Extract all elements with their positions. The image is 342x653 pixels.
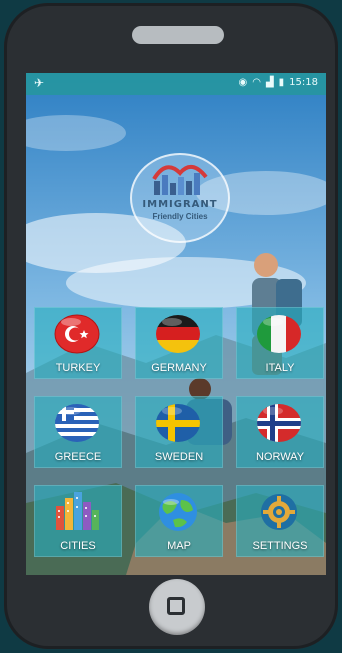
tile-label: SWEDEN <box>154 451 204 463</box>
app-notification-icon: ✈ <box>34 76 45 90</box>
gear-icon <box>261 494 297 530</box>
germany-flag-icon <box>156 315 200 353</box>
speaker-grille <box>132 26 224 44</box>
turkey-flag-icon <box>54 314 100 354</box>
home-square-icon <box>167 597 185 615</box>
italy-flag-icon <box>257 315 301 353</box>
logo-title: IMMIGRANT <box>142 199 218 210</box>
signal-icon: ▟ <box>265 77 274 88</box>
app-logo: IMMIGRANT Friendly Cities <box>130 153 230 243</box>
tile-label: NORWAY <box>255 451 305 463</box>
tile-sweden[interactable]: SWEDEN <box>135 396 223 468</box>
tile-label: MAP <box>167 540 191 552</box>
tile-germany[interactable]: GERMANY <box>135 307 223 379</box>
tile-label: TURKEY <box>55 362 101 374</box>
status-bar: ✈ ◉ ◠ ▟ ▮ 15:18 <box>26 73 326 95</box>
tile-map[interactable]: MAP <box>135 485 223 557</box>
tile-norway[interactable]: NORWAY <box>236 396 324 468</box>
tile-label: GERMANY <box>151 362 207 374</box>
wifi-icon: ◠ <box>252 77 261 88</box>
phone-frame: ✈ ◉ ◠ ▟ ▮ 15:18 IMMIGRANT Friendly Citie… <box>4 3 338 649</box>
globe-icon <box>159 493 197 531</box>
norway-flag-icon <box>257 404 301 442</box>
greece-flag-icon <box>55 404 99 442</box>
tile-turkey[interactable]: TURKEY <box>34 307 122 379</box>
tile-label: GREECE <box>54 451 102 463</box>
vibrate-icon: ◉ <box>238 77 248 88</box>
logo-subtitle: Friendly Cities <box>152 212 208 221</box>
tile-label: CITIES <box>60 540 96 552</box>
city-buildings-icon <box>56 492 99 530</box>
tile-cities[interactable]: CITIES <box>34 485 122 557</box>
sweden-flag-icon <box>156 404 200 442</box>
tile-italy[interactable]: ITALY <box>236 307 324 379</box>
status-icons: ◉ ◠ ▟ ▮ 15:18 <box>238 77 318 88</box>
skyline-logo-icon <box>152 165 208 195</box>
clock-text: 15:18 <box>289 77 318 88</box>
tile-label: SETTINGS <box>252 540 308 552</box>
tile-greece[interactable]: GREECE <box>34 396 122 468</box>
tile-label: ITALY <box>265 362 295 374</box>
app-screen: ✈ ◉ ◠ ▟ ▮ 15:18 IMMIGRANT Friendly Citie… <box>26 73 326 575</box>
home-button[interactable] <box>149 579 205 635</box>
battery-icon: ▮ <box>278 77 285 88</box>
tile-settings[interactable]: SETTINGS <box>236 485 324 557</box>
